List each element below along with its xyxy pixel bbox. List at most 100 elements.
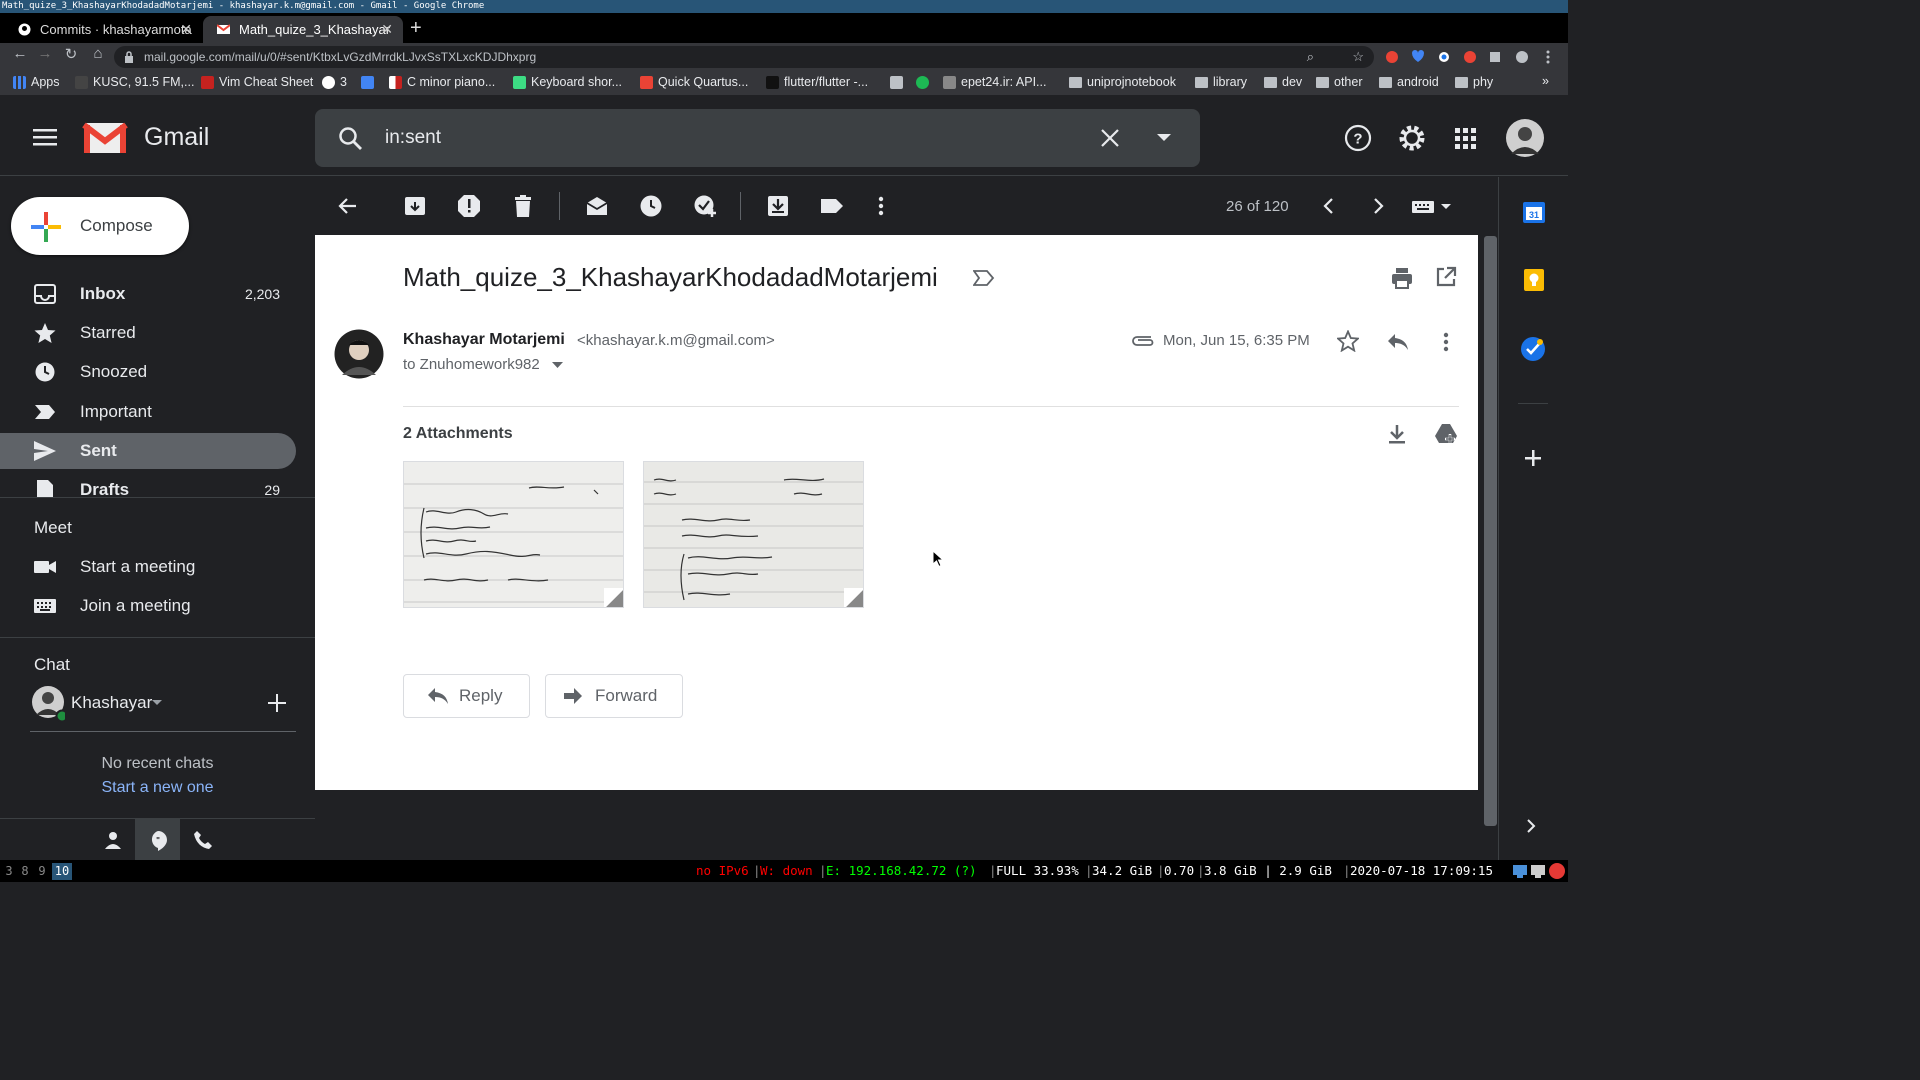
search-bar[interactable]	[315, 109, 1200, 167]
bookmark-kusc[interactable]: KUSC, 91.5 FM,...	[75, 75, 194, 89]
bookmark-star-icon[interactable]: ☆	[1352, 46, 1364, 68]
search-options-icon[interactable]	[1157, 134, 1171, 142]
add-to-tasks-icon[interactable]	[693, 194, 717, 218]
mark-unread-icon[interactable]	[585, 194, 609, 218]
forward-icon[interactable]: →	[33, 45, 57, 62]
start-meeting-item[interactable]: Start a meeting	[0, 549, 296, 585]
close-icon[interactable]: ✕	[381, 16, 393, 43]
bookmark-flutter[interactable]: flutter/flutter -...	[766, 75, 868, 89]
attachment-thumbnail-1[interactable]	[403, 461, 624, 608]
download-all-icon[interactable]	[1385, 422, 1409, 446]
bookmark-epet[interactable]: epet24.ir: API...	[943, 75, 1046, 89]
help-icon[interactable]: ?	[1344, 124, 1372, 152]
importance-marker-icon[interactable]	[973, 269, 995, 287]
move-to-icon[interactable]	[766, 194, 790, 218]
sidebar-item-important[interactable]: Important	[0, 394, 296, 430]
bookmark-library[interactable]: library	[1195, 75, 1247, 89]
snooze-clock-icon[interactable]	[639, 194, 663, 218]
tray-network-icon[interactable]	[1512, 863, 1528, 879]
archive-icon[interactable]	[403, 194, 427, 218]
hangouts-chat-icon[interactable]: "	[148, 830, 168, 852]
label-tag-icon[interactable]	[820, 194, 844, 218]
gmail-logo-icon[interactable]	[82, 121, 128, 155]
join-meeting-item[interactable]: Join a meeting	[0, 588, 296, 624]
report-spam-icon[interactable]	[457, 194, 481, 218]
bookmark-dev[interactable]: dev	[1264, 75, 1302, 89]
back-to-list-icon[interactable]	[336, 194, 360, 218]
home-icon[interactable]: ⌂	[86, 45, 110, 62]
bookmark-other[interactable]: other	[1316, 75, 1363, 89]
bookmark-apps[interactable]: Apps	[13, 75, 60, 89]
workspace-button[interactable]: 8	[17, 863, 33, 880]
search-icon[interactable]	[338, 126, 364, 152]
google-apps-icon[interactable]	[1455, 128, 1476, 149]
new-tab-button[interactable]: +	[410, 17, 422, 40]
account-avatar[interactable]	[1505, 118, 1545, 158]
chevron-down-icon[interactable]	[152, 700, 162, 706]
show-side-panel-chevron-icon[interactable]	[1525, 818, 1537, 834]
draft-count: 29	[264, 482, 280, 498]
workspace-button[interactable]: 3	[1, 863, 17, 880]
sidebar-item-inbox[interactable]: Inbox 2,203	[0, 276, 296, 312]
forward-button[interactable]: Forward	[545, 674, 683, 718]
tray-display-icon[interactable]	[1530, 863, 1546, 879]
chat-user-avatar[interactable]	[31, 685, 65, 723]
bookmark-3[interactable]: 3	[322, 75, 347, 89]
tab-commits[interactable]: Commits · khashayarmota ✕	[4, 16, 202, 43]
address-bar[interactable]: mail.google.com/mail/u/0/#sent/KtbxLvGzd…	[114, 46, 1374, 68]
bookmark-uniprojnotebook[interactable]: uniprojnotebook	[1069, 75, 1176, 89]
show-details-chevron-icon[interactable]	[552, 362, 563, 369]
message-more-icon[interactable]	[1434, 330, 1458, 354]
tray-notification-icon[interactable]	[1548, 862, 1566, 880]
input-tools-keyboard-icon[interactable]	[1410, 194, 1454, 218]
get-addons-plus-icon[interactable]	[1525, 450, 1541, 466]
older-chevron-icon[interactable]	[1366, 194, 1390, 218]
phone-icon[interactable]	[193, 830, 213, 850]
tab-gmail[interactable]: Math_quize_3_Khashayar ✕	[203, 16, 403, 43]
back-icon[interactable]: ←	[8, 45, 32, 62]
bookmark-quartus[interactable]: Quick Quartus...	[640, 75, 748, 89]
reply-arrow-icon[interactable]	[1386, 332, 1410, 352]
newer-chevron-icon[interactable]	[1317, 194, 1341, 218]
bookmark-phy[interactable]: phy	[1455, 75, 1493, 89]
sidebar-item-sent[interactable]: Sent	[0, 433, 296, 469]
bookmarks-overflow[interactable]: »	[1542, 74, 1549, 88]
workspace-button-current[interactable]: 10	[52, 863, 72, 880]
sender-avatar[interactable]	[334, 329, 384, 379]
chat-user-name[interactable]: Khashayar	[71, 693, 152, 713]
start-new-chat-link[interactable]: Start a new one	[0, 779, 315, 797]
star-outline-icon[interactable]	[1337, 330, 1359, 352]
attachment-thumbnail-2[interactable]	[643, 461, 864, 608]
apps-grid-icon	[13, 76, 26, 89]
bookmark-android[interactable]: android	[1379, 75, 1439, 89]
settings-gear-icon[interactable]	[1397, 123, 1427, 153]
main-menu-icon[interactable]	[33, 127, 57, 147]
content-scrollbar[interactable]	[1484, 236, 1497, 826]
save-to-drive-icon[interactable]	[1434, 422, 1458, 446]
bookmark-cminor[interactable]: C minor piano...	[389, 75, 495, 89]
clear-search-icon[interactable]	[1101, 129, 1119, 147]
compose-button[interactable]: Compose	[11, 197, 189, 255]
zoom-icon[interactable]: ⌕	[1307, 46, 1314, 68]
contacts-person-icon[interactable]	[104, 831, 122, 849]
reply-button[interactable]: Reply	[403, 674, 530, 718]
sidebar-item-starred[interactable]: Starred	[0, 315, 296, 351]
sidebar-item-drafts[interactable]: Drafts 29	[0, 472, 296, 498]
sender-name[interactable]: Khashayar Motarjemi	[403, 331, 565, 349]
tasks-check-icon[interactable]	[1520, 336, 1546, 362]
keep-bulb-icon[interactable]	[1522, 268, 1546, 292]
bookmark-vim[interactable]: Vim Cheat Sheet	[201, 75, 313, 89]
calendar-icon[interactable]: 31	[1522, 200, 1546, 224]
kusc-icon	[75, 76, 88, 89]
close-icon[interactable]: ✕	[180, 16, 192, 43]
workspace-button[interactable]: 9	[34, 863, 50, 880]
open-new-window-icon[interactable]	[1435, 266, 1457, 288]
more-vertical-icon[interactable]	[869, 194, 893, 218]
reload-icon[interactable]: ↻	[59, 45, 83, 63]
bookmark-keyboard[interactable]: Keyboard shor...	[513, 75, 622, 89]
search-input[interactable]: in:sent	[385, 127, 441, 149]
print-icon[interactable]	[1390, 266, 1414, 290]
delete-trash-icon[interactable]	[511, 194, 535, 218]
new-chat-plus-icon[interactable]	[268, 694, 286, 712]
sidebar-item-snoozed[interactable]: Snoozed	[0, 354, 296, 390]
